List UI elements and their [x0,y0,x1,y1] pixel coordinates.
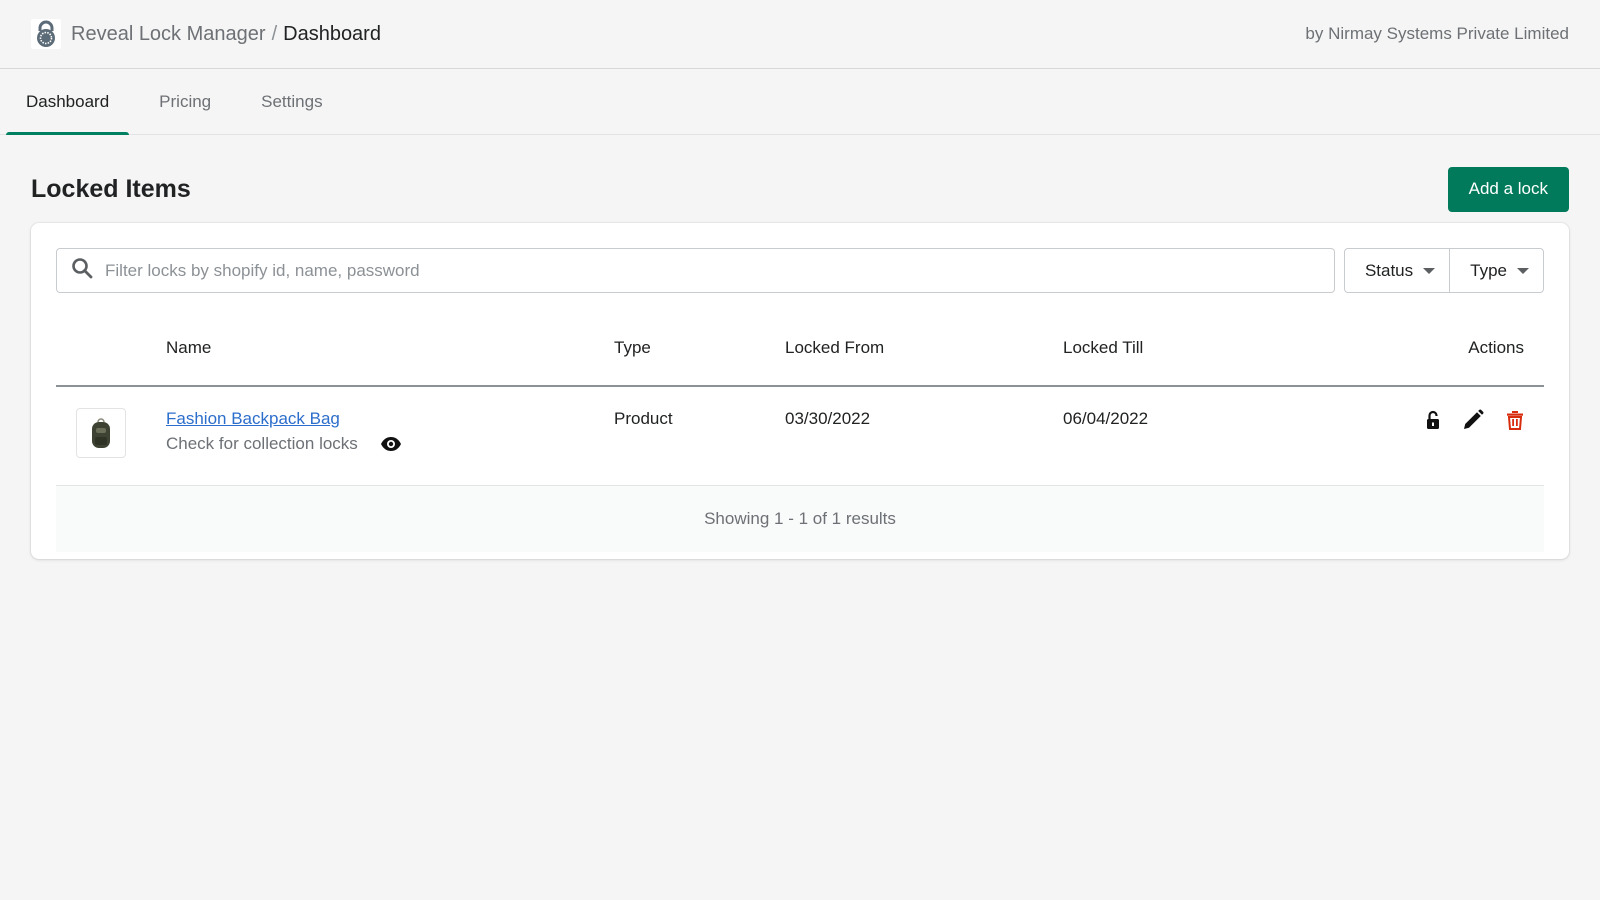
edit-pencil-icon[interactable] [1462,409,1484,431]
column-header-thumbnail [56,311,166,387]
type-filter-dropdown[interactable]: Type [1449,249,1543,292]
page-title: Locked Items [31,174,191,203]
caret-down-icon [1423,267,1436,274]
breadcrumb: Reveal Lock Manager / Dashboard [71,23,381,46]
pagination-summary: Showing 1 - 1 of 1 results [56,485,1544,552]
breadcrumb-separator: / [271,22,278,45]
tab-pricing[interactable]: Pricing [139,69,231,134]
tab-dashboard[interactable]: Dashboard [6,69,130,135]
column-header-locked-from: Locked From [785,311,1063,387]
type-cell: Product [614,386,785,486]
delete-trash-icon[interactable] [1506,410,1524,430]
status-filter-dropdown[interactable]: Status [1345,249,1449,292]
locked-from-cell: 03/30/2022 [785,386,1063,486]
search-field[interactable] [56,248,1335,293]
top-bar: Reveal Lock Manager / Dashboard by Nirmay … [0,0,1600,69]
filter-dropdowns: Status Type [1343,248,1544,293]
row-actions [1265,409,1544,431]
type-filter-label: Type [1470,260,1507,280]
add-lock-button[interactable]: Add a lock [1447,166,1569,212]
locked-items-card: Status Type Name Type Locked From Locked… [31,223,1569,559]
collection-lock-text: Check for collection locks [166,434,358,453]
brand: Reveal Lock Manager / Dashboard [31,19,381,49]
caret-down-icon [1517,267,1529,274]
locked-till-cell: 06/04/2022 [1063,386,1265,486]
page-header: Locked Items Add a lock [0,135,1600,223]
unlock-icon[interactable] [1426,410,1440,430]
status-filter-label: Status [1364,260,1414,280]
search-input[interactable] [105,260,1334,281]
column-header-name: Name [166,311,614,387]
filter-bar: Status Type [56,248,1544,293]
vendor-label: by Nirmay Systems Private Limited [1305,24,1569,43]
eye-icon[interactable] [380,436,402,452]
breadcrumb-app[interactable]: Reveal Lock Manager [71,23,266,45]
collection-lock-note: Check for collection locks [166,434,614,454]
backpack-image [92,418,110,448]
locks-table: Name Type Locked From Locked Till Action… [56,311,1544,486]
search-icon [71,257,93,284]
product-name-link[interactable]: Fashion Backpack Bag [166,409,614,429]
product-thumbnail [76,408,126,458]
column-header-actions: Actions [1264,311,1544,387]
combination-lock-icon [31,19,61,49]
column-header-locked-till: Locked Till [1063,311,1265,387]
tab-settings[interactable]: Settings [241,69,342,134]
column-header-type: Type [614,311,785,387]
table-header-row: Name Type Locked From Locked Till Action… [56,311,1544,387]
nav-tabs: Dashboard Pricing Settings [0,69,1600,135]
breadcrumb-current: Dashboard [283,22,381,45]
table-row: Fashion Backpack Bag Check for collectio… [56,386,1544,486]
